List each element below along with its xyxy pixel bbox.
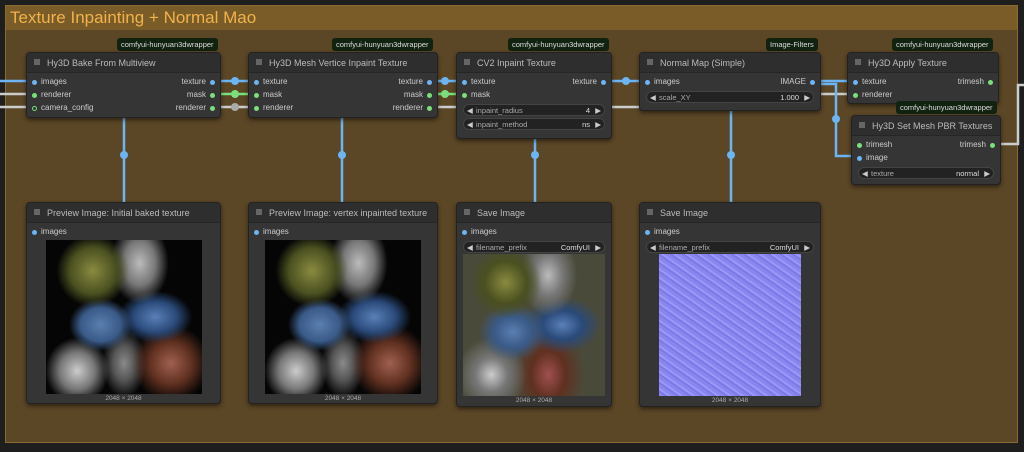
output-texture[interactable]: texture	[573, 77, 606, 86]
image-size: 2048 × 2048	[324, 395, 362, 402]
filename-prefix-widget[interactable]: filename_prefixComfyUI	[463, 241, 605, 253]
node-preview-initial[interactable]: Preview Image: Initial baked texture ima…	[26, 202, 221, 404]
image-size: 2048 × 2048	[105, 395, 142, 402]
node-mesh-vertice-inpaint[interactable]: Hy3D Mesh Vertice Inpaint Texture textur…	[248, 52, 438, 118]
badge-vinpaint: comfyui-hunyuan3dwrapper	[332, 38, 433, 51]
input-image[interactable]: image	[857, 153, 888, 162]
node-title[interactable]: Hy3D Bake From Multiview	[27, 53, 220, 73]
node-title[interactable]: CV2 Inpaint Texture	[457, 53, 611, 73]
input-images[interactable]: images	[254, 227, 289, 236]
node-normal-map[interactable]: Normal Map (Simple) images IMAGE scale_XY…	[639, 52, 821, 111]
node-title[interactable]: Hy3D Apply Texture	[848, 53, 998, 73]
input-renderer[interactable]: renderer	[853, 90, 892, 99]
badge-cv2: comfyui-hunyuan3dwrapper	[508, 38, 609, 51]
node-save-image-1[interactable]: Save Image images filename_prefixComfyUI…	[456, 202, 612, 407]
input-images[interactable]: images	[32, 227, 67, 236]
badge-bake: comfyui-hunyuan3dwrapper	[117, 38, 218, 51]
inpaint-method-widget[interactable]: inpaint_methodns	[463, 118, 605, 130]
output-image[interactable]: IMAGE	[780, 77, 815, 86]
node-cv2-inpaint[interactable]: CV2 Inpaint Texture texture texture mask …	[456, 52, 612, 139]
node-title[interactable]: Save Image	[640, 203, 820, 223]
badge-apply: comfyui-hunyuan3dwrapper	[892, 38, 993, 51]
image-size: 2048 × 2048	[515, 397, 553, 404]
normal-map-image	[659, 254, 801, 396]
input-renderer[interactable]: renderer	[254, 103, 293, 112]
node-title[interactable]: Hy3D Set Mesh PBR Textures	[852, 116, 1000, 136]
filename-prefix-widget[interactable]: filename_prefixComfyUI	[646, 241, 814, 253]
preview-image	[265, 240, 421, 394]
input-images[interactable]: images	[32, 77, 67, 86]
output-renderer[interactable]: renderer	[393, 103, 432, 112]
input-texture[interactable]: texture	[853, 77, 886, 86]
scale-xy-widget[interactable]: scale_XY1.000	[646, 91, 814, 103]
output-renderer[interactable]: renderer	[176, 103, 215, 112]
output-trimesh[interactable]: trimesh	[960, 140, 995, 149]
node-title[interactable]: Hy3D Mesh Vertice Inpaint Texture	[249, 53, 437, 73]
input-images[interactable]: images	[645, 227, 680, 236]
input-mask[interactable]: mask	[462, 90, 490, 99]
input-images[interactable]: images	[462, 227, 497, 236]
texture-widget[interactable]: texturenormal	[858, 167, 994, 179]
node-bake-from-multiview[interactable]: Hy3D Bake From Multiview images texture r…	[26, 52, 221, 118]
output-texture[interactable]: texture	[399, 77, 432, 86]
node-preview-vertex[interactable]: Preview Image: vertex inpainted texture …	[248, 202, 438, 404]
badge-pbr: comfyui-hunyuan3dwrapper	[896, 101, 997, 114]
input-camera-config[interactable]: camera_config	[32, 103, 93, 112]
node-title[interactable]: Save Image	[457, 203, 611, 223]
output-trimesh[interactable]: trimesh	[958, 77, 993, 86]
input-renderer[interactable]: renderer	[32, 90, 71, 99]
node-title[interactable]: Preview Image: Initial baked texture	[27, 203, 220, 223]
input-texture[interactable]: texture	[254, 77, 287, 86]
node-apply-texture[interactable]: Hy3D Apply Texture texture trimesh render…	[847, 52, 999, 104]
preview-image	[45, 240, 202, 394]
input-trimesh[interactable]: trimesh	[857, 140, 892, 149]
node-title[interactable]: Preview Image: vertex inpainted texture	[249, 203, 437, 223]
saved-image	[463, 254, 605, 396]
input-images[interactable]: images	[645, 77, 680, 86]
badge-normal: Image-Filters	[766, 38, 818, 51]
output-mask[interactable]: mask	[187, 90, 215, 99]
output-texture[interactable]: texture	[182, 77, 215, 86]
image-size: 2048 × 2048	[711, 397, 749, 404]
output-mask[interactable]: mask	[404, 90, 432, 99]
input-mask[interactable]: mask	[254, 90, 282, 99]
node-set-mesh-pbr[interactable]: Hy3D Set Mesh PBR Textures trimesh trimes…	[851, 115, 1001, 185]
input-texture[interactable]: texture	[462, 77, 495, 86]
node-save-image-2[interactable]: Save Image images filename_prefixComfyUI…	[639, 202, 821, 407]
node-title[interactable]: Normal Map (Simple)	[640, 53, 820, 73]
inpaint-radius-widget[interactable]: inpaint_radius4	[463, 104, 605, 116]
